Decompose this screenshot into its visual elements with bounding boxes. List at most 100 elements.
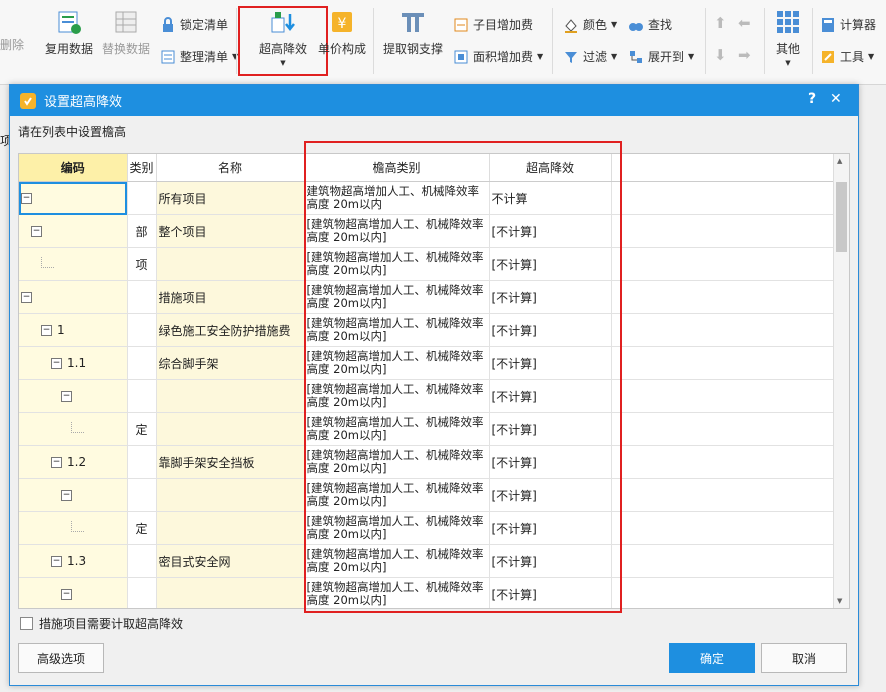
collapse-icon[interactable]: −: [21, 292, 32, 303]
area-fee-button[interactable]: 面积增加费 ▼: [453, 48, 543, 65]
collapse-icon[interactable]: −: [31, 226, 42, 237]
collapse-icon[interactable]: −: [51, 358, 62, 369]
code-cell[interactable]: −1.3: [19, 544, 128, 578]
type-cell[interactable]: [127, 544, 157, 578]
type-cell[interactable]: [127, 313, 157, 347]
type-cell[interactable]: 定: [127, 412, 157, 446]
code-cell[interactable]: −: [19, 577, 128, 608]
code-cell[interactable]: −1: [19, 313, 128, 347]
code-cell[interactable]: −1.1: [19, 346, 128, 380]
find-button[interactable]: 查找: [628, 16, 672, 33]
empty-cell: [611, 181, 835, 215]
code-cell[interactable]: −: [19, 280, 128, 314]
code-cell[interactable]: −1.2: [19, 445, 128, 479]
replace-data-icon: [112, 8, 140, 36]
type-cell[interactable]: [127, 577, 157, 608]
name-cell[interactable]: 密目式安全网: [156, 544, 305, 578]
type-cell[interactable]: 部: [127, 214, 157, 248]
delete-button[interactable]: 删除: [0, 36, 24, 53]
type-cell[interactable]: [127, 346, 157, 380]
app-icon: [20, 92, 36, 109]
paint-bucket-icon: [563, 17, 579, 33]
unit-price-button[interactable]: ¥ 单价构成: [316, 8, 368, 57]
name-cell[interactable]: [156, 379, 305, 413]
organize-list-button[interactable]: 整理清单 ▼: [160, 48, 238, 65]
ribbon-toolbar: 删除 复用数据 替换数据 锁定清单 整理清单 ▼ 超高降效 ▼ ¥ 单价构成: [0, 0, 886, 85]
arrow-left-icon[interactable]: ⬅: [738, 14, 751, 32]
code-cell[interactable]: −: [19, 478, 128, 512]
checkbox-box[interactable]: [20, 617, 33, 630]
type-cell[interactable]: 定: [127, 511, 157, 545]
column-header-code[interactable]: 编码: [19, 154, 128, 182]
checkbox-label: 措施项目需要计取超高降效: [39, 617, 184, 631]
collapse-icon[interactable]: −: [61, 490, 72, 501]
lock-list-button[interactable]: 锁定清单: [160, 16, 228, 33]
type-cell[interactable]: [127, 181, 157, 215]
code-cell[interactable]: −: [19, 379, 128, 413]
tools-button[interactable]: 工具 ▼: [820, 48, 874, 65]
extract-steel-button[interactable]: 提取钢支撑: [382, 8, 444, 57]
advanced-options-button[interactable]: 高级选项: [18, 643, 104, 673]
column-header-name[interactable]: 名称: [156, 154, 305, 182]
arrow-up-icon[interactable]: ⬆: [714, 14, 727, 32]
filter-button[interactable]: 过滤 ▼: [563, 48, 617, 65]
help-icon[interactable]: ?: [808, 91, 816, 107]
name-cell[interactable]: 所有项目: [156, 181, 305, 215]
expand-to-button[interactable]: 展开到 ▼: [628, 48, 694, 65]
calculator-button[interactable]: 计算器: [820, 16, 876, 33]
other-button[interactable]: 其他 ▼: [768, 8, 808, 67]
type-cell[interactable]: 项: [127, 247, 157, 281]
separator: [236, 8, 237, 74]
lock-icon: [160, 16, 176, 33]
name-cell[interactable]: 综合脚手架: [156, 346, 305, 380]
name-cell[interactable]: [156, 577, 305, 608]
collapse-icon[interactable]: −: [21, 193, 32, 204]
code-cell[interactable]: −: [19, 181, 128, 215]
scroll-up-icon[interactable]: ▲: [837, 157, 842, 165]
collapse-icon[interactable]: −: [51, 457, 62, 468]
measure-items-checkbox[interactable]: 措施项目需要计取超高降效: [20, 615, 183, 632]
collapse-icon[interactable]: −: [61, 391, 72, 402]
type-cell[interactable]: [127, 379, 157, 413]
ok-button[interactable]: 确定: [669, 643, 755, 673]
code-cell[interactable]: [19, 247, 128, 281]
code-cell[interactable]: −: [19, 214, 128, 248]
binoculars-icon: [628, 17, 644, 33]
name-cell[interactable]: 靠脚手架安全挡板: [156, 445, 305, 479]
empty-cell: [611, 379, 835, 413]
tools-label: 工具: [840, 50, 865, 64]
arrow-right-icon[interactable]: ➡: [738, 46, 751, 64]
type-cell[interactable]: [127, 280, 157, 314]
type-cell[interactable]: [127, 478, 157, 512]
collapse-icon[interactable]: −: [41, 325, 52, 336]
name-cell[interactable]: 措施项目: [156, 280, 305, 314]
name-cell[interactable]: [156, 478, 305, 512]
name-cell[interactable]: [156, 511, 305, 545]
replace-data-button[interactable]: 替换数据: [100, 8, 152, 57]
collapse-icon[interactable]: −: [61, 589, 72, 600]
arrow-down-icon[interactable]: ⬇: [714, 46, 727, 64]
color-button[interactable]: 颜色 ▼: [563, 16, 617, 33]
code-cell[interactable]: [19, 412, 128, 446]
scroll-down-icon[interactable]: ▼: [837, 597, 842, 605]
vertical-scrollbar[interactable]: ▲ ▼: [833, 154, 849, 608]
cancel-button[interactable]: 取消: [761, 643, 847, 673]
name-cell[interactable]: 绿色施工安全防护措施费: [156, 313, 305, 347]
separator: [812, 8, 813, 74]
chevron-down-icon: ▼: [785, 59, 791, 67]
name-cell[interactable]: 整个项目: [156, 214, 305, 248]
name-cell[interactable]: [156, 247, 305, 281]
sub-item-fee-button[interactable]: 子目增加费: [453, 16, 533, 33]
close-icon[interactable]: ✕: [830, 91, 842, 107]
reuse-data-button[interactable]: 复用数据: [44, 8, 94, 57]
tree-node: −: [21, 587, 77, 601]
tree-node: [21, 521, 89, 535]
collapse-icon[interactable]: −: [51, 556, 62, 567]
code-cell[interactable]: [19, 511, 128, 545]
name-cell[interactable]: [156, 412, 305, 446]
color-label: 颜色: [583, 18, 608, 32]
scroll-thumb[interactable]: [836, 182, 847, 252]
type-cell[interactable]: [127, 445, 157, 479]
column-header-empty: [611, 154, 835, 182]
column-header-type[interactable]: 类别: [127, 154, 157, 182]
